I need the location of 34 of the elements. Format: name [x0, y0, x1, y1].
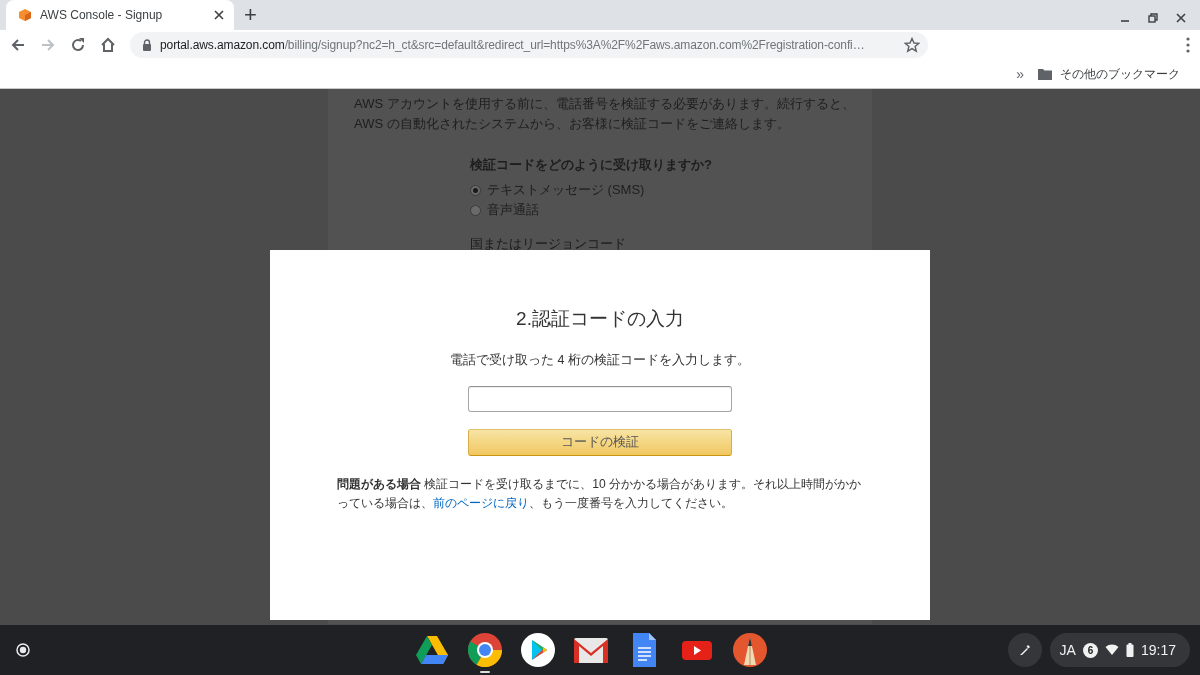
- radio-button[interactable]: [470, 204, 481, 216]
- menu-icon[interactable]: [1186, 37, 1190, 53]
- bookmark-folder[interactable]: その他のブックマーク: [1038, 65, 1180, 83]
- wifi-icon: [1104, 644, 1119, 656]
- circle-icon: [467, 632, 503, 668]
- verify-button[interactable]: コードの検証: [468, 429, 732, 456]
- help-text: 問題がある場合 検証コードを受け取るまでに、10 分かかる場合があります。それ以上時間がかかっている場合は、前のページに戻り、もう一度番号を入力してください。: [337, 476, 863, 512]
- browser-tab[interactable]: AWS Console - Signup: [6, 0, 234, 30]
- lock-icon: [142, 39, 152, 51]
- address-bar[interactable]: portal.aws.amazon.com/billing/signup?nc2=h_ct&src=default&redirect_url=https%3A%2F%2Faws.amazon.com%2Fregistration-confi…: [130, 32, 928, 58]
- back-link[interactable]: 前のページに戻り: [433, 496, 529, 510]
- star-icon[interactable]: [904, 37, 920, 53]
- dialog-title: 2.認証コードの入力: [516, 307, 684, 331]
- new-tab-button[interactable]: +: [244, 2, 257, 28]
- battery-icon: [1125, 643, 1134, 657]
- instruction-text: 電話で受け取った 4 桁の検証コードを入力します。: [450, 352, 750, 369]
- clock-time: 19:17: [1140, 642, 1176, 658]
- play-icon: [520, 632, 556, 668]
- launcher-icon[interactable]: [16, 643, 30, 657]
- pencil-icon: [732, 632, 768, 668]
- status-tray[interactable]: JA 6 19:17: [1049, 633, 1190, 667]
- running-indicator: [480, 671, 490, 673]
- folder-icon: [1038, 68, 1052, 80]
- stylus-button[interactable]: [1007, 633, 1042, 667]
- bookmarks-overflow[interactable]: »: [1016, 66, 1024, 82]
- restore-icon[interactable]: [1148, 13, 1158, 23]
- code-field[interactable]: [468, 386, 732, 412]
- language-indicator: JA: [1059, 642, 1076, 658]
- cube-icon: [18, 8, 32, 22]
- close-icon[interactable]: [1176, 13, 1186, 23]
- notification-count: 6: [1082, 642, 1098, 658]
- url-text: portal.aws.amazon.com/billing/signup?nc2=h_ct&src=default&redirect_url=https%3A%2F%2Faws.amazon.com%2Fregistration-confi…: [160, 38, 866, 52]
- radio-button[interactable]: [470, 184, 481, 196]
- close-icon[interactable]: [214, 10, 224, 20]
